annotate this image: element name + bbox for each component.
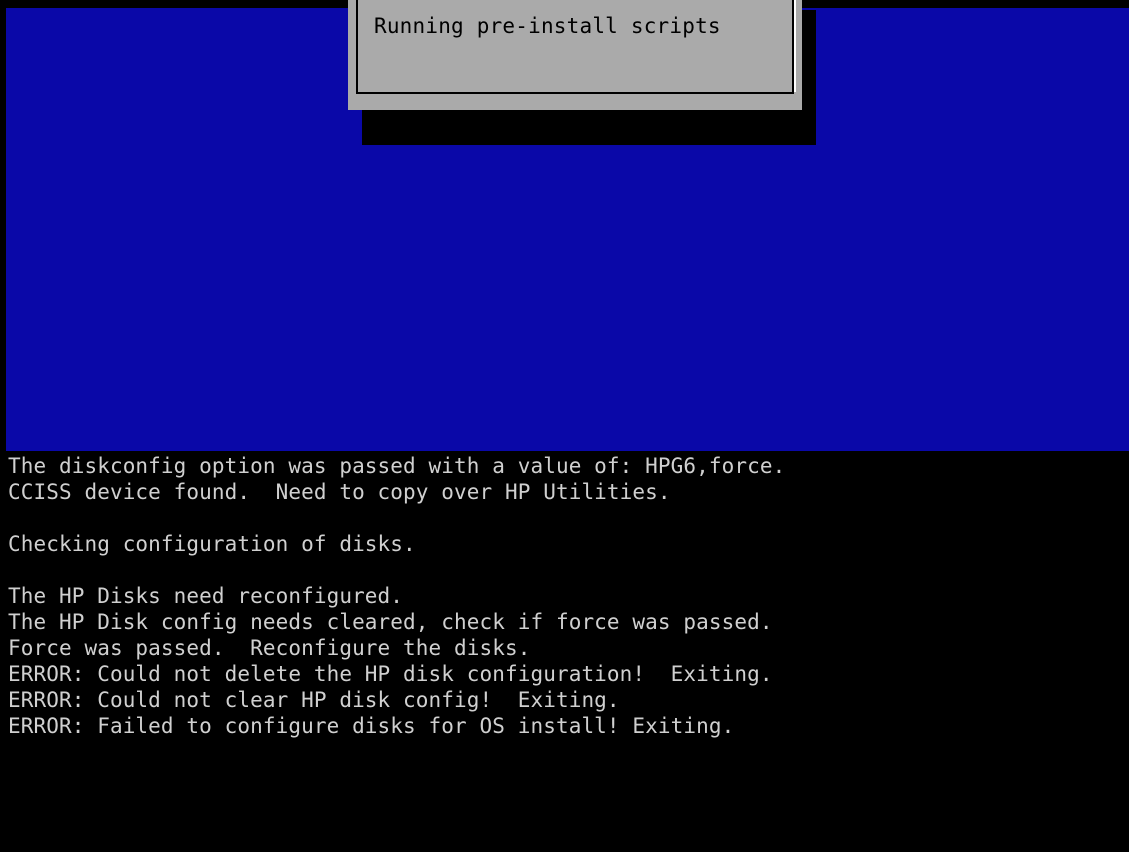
console-line: CCISS device found. Need to copy over HP… bbox=[8, 480, 671, 504]
installer-screen: Running pre-install scripts The diskconf… bbox=[0, 0, 1129, 852]
console-line: The HP Disk config needs cleared, check … bbox=[8, 610, 773, 634]
console-line: Checking configuration of disks. bbox=[8, 532, 416, 556]
console-output: The diskconfig option was passed with a … bbox=[8, 453, 1123, 852]
console-line: ERROR: Failed to configure disks for OS … bbox=[8, 714, 735, 738]
console-line: The diskconfig option was passed with a … bbox=[8, 454, 786, 478]
console-line: Force was passed. Reconfigure the disks. bbox=[8, 636, 531, 660]
console-line: ERROR: Could not delete the HP disk conf… bbox=[8, 662, 773, 686]
dialog-message: Running pre-install scripts bbox=[374, 14, 721, 38]
console-line: ERROR: Could not clear HP disk config! E… bbox=[8, 688, 620, 712]
console-line: The HP Disks need reconfigured. bbox=[8, 584, 404, 608]
progress-dialog: Running pre-install scripts bbox=[348, 0, 802, 110]
